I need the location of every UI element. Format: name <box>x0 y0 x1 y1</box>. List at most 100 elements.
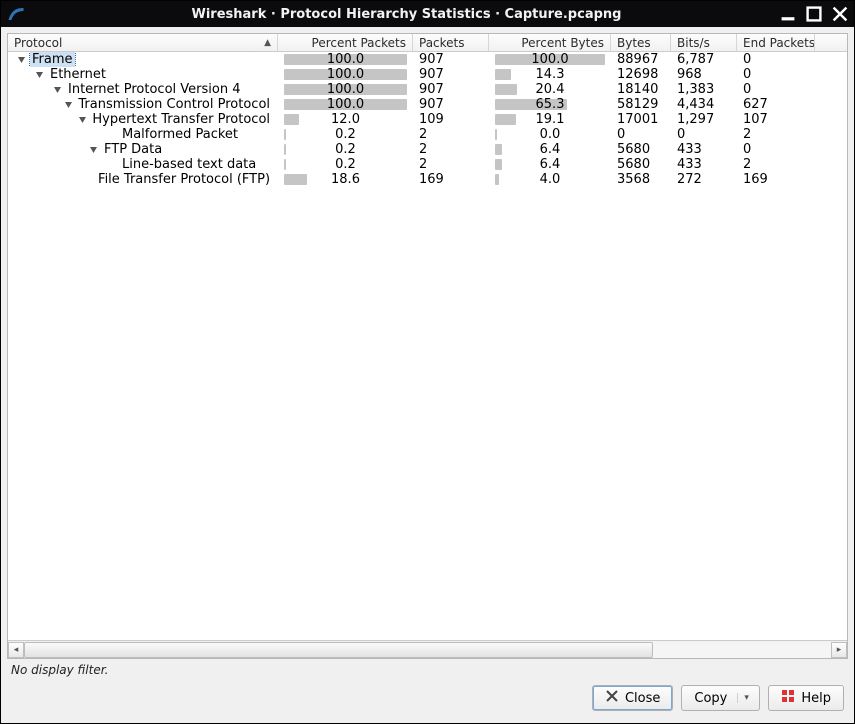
percent-packets-value: 100.0 <box>284 52 407 67</box>
packets-cell: 2 <box>413 157 489 172</box>
packets-cell: 2 <box>413 127 489 142</box>
table-row[interactable]: Internet Protocol Version 4100.090720.41… <box>8 82 847 97</box>
bits-cell: 433 <box>671 142 737 157</box>
bits-cell: 4,434 <box>671 97 737 112</box>
expander-open-icon[interactable] <box>32 68 46 82</box>
protocol-cell: FTP Data <box>8 142 278 157</box>
minimize-icon[interactable] <box>780 6 796 22</box>
table-row[interactable]: FTP Data0.226.456804330 <box>8 142 847 157</box>
scroll-thumb[interactable] <box>24 642 653 658</box>
button-label: Copy <box>694 691 727 706</box>
column-header-bytes[interactable]: Bytes <box>611 34 671 51</box>
table-row[interactable]: Ethernet100.090714.3126989680 <box>8 67 847 82</box>
percent-packets-cell: 0.2 <box>278 142 413 157</box>
percent-bytes-value: 6.4 <box>495 157 605 172</box>
scroll-track[interactable] <box>24 642 831 658</box>
titlebar[interactable]: Wireshark · Protocol Hierarchy Statistic… <box>1 1 854 27</box>
percent-bytes-value: 4.0 <box>495 172 605 187</box>
percent-bytes-value: 6.4 <box>495 142 605 157</box>
packets-cell: 907 <box>413 67 489 82</box>
maximize-icon[interactable] <box>806 6 822 22</box>
expander-open-icon[interactable] <box>86 143 100 157</box>
bits-cell: 433 <box>671 157 737 172</box>
bits-cell: 1,297 <box>671 112 737 127</box>
packets-cell: 169 <box>413 172 489 187</box>
column-header-end-packets[interactable]: End Packets <box>737 34 815 51</box>
column-header-label: Percent Bytes <box>521 36 604 50</box>
protocol-label: FTP Data <box>102 142 164 157</box>
column-header-protocol[interactable]: Protocol ▲ <box>8 34 278 51</box>
percent-bytes-cell: 6.4 <box>489 142 611 157</box>
bytes-cell: 3568 <box>611 172 671 187</box>
table-row[interactable]: Malformed Packet0.220.0002 <box>8 127 847 142</box>
bytes-cell: 17001 <box>611 112 671 127</box>
end-packets-cell: 2 <box>737 127 815 142</box>
horizontal-scrollbar[interactable]: ◂ ▸ <box>8 640 847 658</box>
packets-cell: 907 <box>413 82 489 97</box>
percent-packets-value: 0.2 <box>284 157 407 172</box>
protocol-cell: Ethernet <box>8 67 278 82</box>
column-header-packets[interactable]: Packets <box>413 34 489 51</box>
column-header-percent-packets[interactable]: Percent Packets <box>278 34 413 51</box>
bits-cell: 6,787 <box>671 52 737 67</box>
dropdown-caret-icon[interactable]: ▾ <box>737 693 747 703</box>
end-packets-cell: 0 <box>737 142 815 157</box>
content-area: Protocol ▲ Percent Packets Packets Perce… <box>1 27 854 723</box>
protocol-cell: Malformed Packet <box>8 127 278 142</box>
percent-bytes-cell: 19.1 <box>489 112 611 127</box>
table-row[interactable]: Line-based text data0.226.456804332 <box>8 157 847 172</box>
end-packets-cell: 169 <box>737 172 815 187</box>
button-label: Help <box>801 691 831 706</box>
percent-bytes-value: 65.3 <box>495 97 605 112</box>
scroll-left-icon[interactable]: ◂ <box>8 642 24 658</box>
column-header-label: Bytes <box>617 36 651 50</box>
protocol-cell: Internet Protocol Version 4 <box>8 82 278 97</box>
percent-packets-value: 12.0 <box>284 112 407 127</box>
close-icon[interactable] <box>832 6 848 22</box>
column-header-label: End Packets <box>743 36 815 50</box>
protocol-label: Malformed Packet <box>120 127 240 142</box>
scroll-right-icon[interactable]: ▸ <box>831 642 847 658</box>
expander-open-icon[interactable] <box>62 98 74 112</box>
bits-cell: 968 <box>671 67 737 82</box>
table-row[interactable]: File Transfer Protocol (FTP)18.61694.035… <box>8 172 847 187</box>
expander-open-icon[interactable] <box>76 113 88 127</box>
percent-bytes-cell: 6.4 <box>489 157 611 172</box>
button-row: Close Copy ▾ Help <box>7 679 848 715</box>
percent-bytes-value: 14.3 <box>495 67 605 82</box>
bits-cell: 0 <box>671 127 737 142</box>
table-row[interactable]: Frame100.0907100.0889676,7870 <box>8 52 847 67</box>
percent-packets-cell: 100.0 <box>278 52 413 67</box>
close-x-icon <box>605 689 619 707</box>
expander-none <box>81 173 94 187</box>
copy-button[interactable]: Copy ▾ <box>681 685 760 711</box>
protocol-label: Frame <box>30 52 75 67</box>
end-packets-cell: 0 <box>737 67 815 82</box>
packets-cell: 2 <box>413 142 489 157</box>
column-header-percent-bytes[interactable]: Percent Bytes <box>489 34 611 51</box>
protocol-label: File Transfer Protocol (FTP) <box>96 172 272 187</box>
close-button[interactable]: Close <box>592 685 673 711</box>
percent-packets-cell: 18.6 <box>278 172 413 187</box>
expander-open-icon[interactable] <box>50 83 64 97</box>
percent-bytes-value: 100.0 <box>495 52 605 67</box>
end-packets-cell: 2 <box>737 157 815 172</box>
packets-cell: 907 <box>413 52 489 67</box>
table-row[interactable]: Transmission Control Protocol100.090765.… <box>8 97 847 112</box>
end-packets-cell: 0 <box>737 82 815 97</box>
percent-packets-cell: 100.0 <box>278 97 413 112</box>
tree-rows: Frame100.0907100.0889676,7870Ethernet100… <box>8 52 847 640</box>
help-button[interactable]: Help <box>768 685 844 711</box>
table-row[interactable]: Hypertext Transfer Protocol12.010919.117… <box>8 112 847 127</box>
percent-packets-value: 100.0 <box>284 82 407 97</box>
column-header-label: Bits/s <box>677 36 710 50</box>
status-text: No display filter. <box>7 659 848 679</box>
wireshark-fin-icon <box>7 5 25 23</box>
packets-cell: 109 <box>413 112 489 127</box>
column-header-label: Packets <box>419 36 465 50</box>
column-header-bits[interactable]: Bits/s <box>671 34 737 51</box>
expander-none <box>104 128 118 142</box>
protocol-cell: Frame <box>8 52 278 67</box>
bytes-cell: 12698 <box>611 67 671 82</box>
expander-open-icon[interactable] <box>14 53 28 67</box>
